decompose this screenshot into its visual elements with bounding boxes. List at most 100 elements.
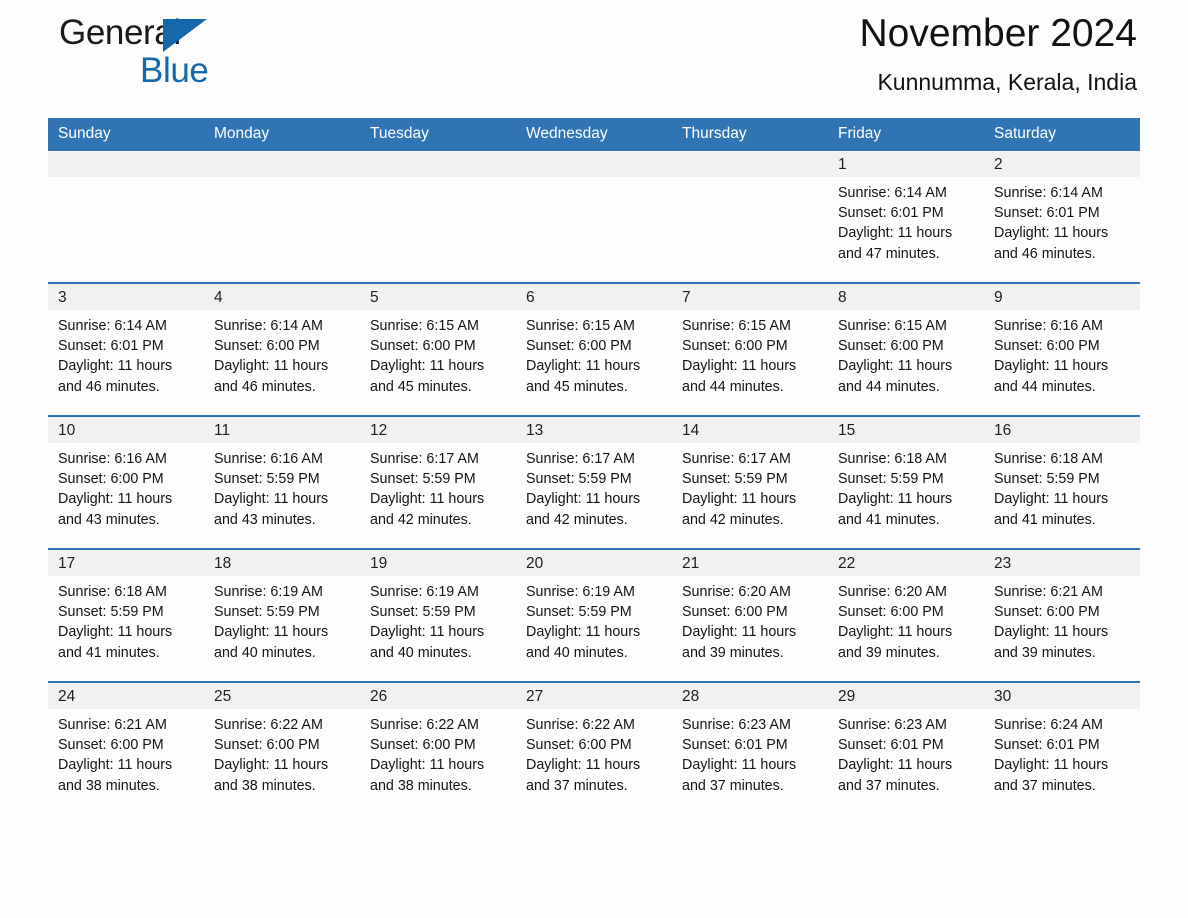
sunrise-text: Sunrise: 6:15 AM [838,318,947,334]
sunrise-text: Sunrise: 6:18 AM [994,451,1103,467]
day-cell[interactable]: 1 Sunrise: 6:14 AM Sunset: 6:01 PM Daylight… [828,151,984,282]
daylight-text-line1: Daylight: 11 hours [526,358,641,375]
daylight-text-line1: Daylight: 11 hours [838,358,953,375]
day-cell[interactable]: 25 Sunrise: 6:22 AM Sunset: 6:00 PM Dayligh… [204,683,360,814]
day-cell[interactable]: 29 Sunrise: 6:23 AM Sunset: 6:01 PM Dayligh… [828,683,984,814]
sunrise-text: Sunrise: 6:16 AM [58,451,167,467]
day-cell[interactable]: 4 Sunrise: 6:14 AM Sunset: 6:00 PM Daylight… [204,284,360,415]
day-cell[interactable]: 18 Sunrise: 6:19 AM Sunset: 5:59 PM Dayligh… [204,550,360,681]
calendar-cell[interactable]: 9 Sunrise: 6:16 AM Sunset: 6:00 PM Daylight… [984,282,1140,416]
day-cell[interactable]: 26 Sunrise: 6:22 AM Sunset: 6:00 PM Dayligh… [360,683,516,814]
sunset-text: Sunset: 6:00 PM [58,471,164,488]
calendar-cell[interactable] [204,151,360,283]
daylight-text-line2: and 38 minutes. [58,777,160,794]
sun-info: Sunrise: 6:21 AM Sunset: 6:00 PM Daylight:… [48,709,204,796]
day-cell[interactable]: 21 Sunrise: 6:20 AM Sunset: 6:00 PM Dayligh… [672,550,828,681]
sun-info: Sunrise: 6:22 AM Sunset: 6:00 PM Daylight:… [360,709,516,796]
calendar-cell[interactable]: 26 Sunrise: 6:22 AM Sunset: 6:00 PM Dayligh… [360,681,516,814]
location-subtitle: Kunnumma, Kerala, India [877,69,1137,95]
calendar-cell[interactable]: 15 Sunrise: 6:18 AM Sunset: 5:59 PM Dayligh… [828,415,984,549]
day-cell[interactable]: 6 Sunrise: 6:15 AM Sunset: 6:00 PM Daylight… [516,284,672,415]
calendar-cell[interactable]: 13 Sunrise: 6:17 AM Sunset: 5:59 PM Dayligh… [516,415,672,549]
calendar-cell[interactable]: 14 Sunrise: 6:17 AM Sunset: 5:59 PM Dayligh… [672,415,828,549]
calendar-cell[interactable]: 25 Sunrise: 6:22 AM Sunset: 6:00 PM Dayligh… [204,681,360,814]
day-cell[interactable]: 12 Sunrise: 6:17 AM Sunset: 5:59 PM Dayligh… [360,417,516,548]
calendar-cell[interactable]: 12 Sunrise: 6:17 AM Sunset: 5:59 PM Dayligh… [360,415,516,549]
day-cell[interactable]: 15 Sunrise: 6:18 AM Sunset: 5:59 PM Dayligh… [828,417,984,548]
day-cell[interactable]: 11 Sunrise: 6:16 AM Sunset: 5:59 PM Dayligh… [204,417,360,548]
sunrise-text: Sunrise: 6:22 AM [214,717,323,733]
day-cell[interactable]: 8 Sunrise: 6:15 AM Sunset: 6:00 PM Daylight… [828,284,984,415]
sunset-text: Sunset: 6:00 PM [994,338,1100,355]
day-cell[interactable]: 23 Sunrise: 6:21 AM Sunset: 6:00 PM Dayligh… [984,550,1140,681]
calendar-cell[interactable]: 16 Sunrise: 6:18 AM Sunset: 5:59 PM Dayligh… [984,415,1140,549]
day-cell[interactable]: 20 Sunrise: 6:19 AM Sunset: 5:59 PM Dayligh… [516,550,672,681]
calendar-cell[interactable] [516,151,672,283]
calendar-cell[interactable]: 10 Sunrise: 6:16 AM Sunset: 6:00 PM Dayligh… [48,415,204,549]
daylight-text-line1: Daylight: 11 hours [838,757,953,774]
day-number: 18 [204,550,360,576]
calendar-cell[interactable]: 19 Sunrise: 6:19 AM Sunset: 5:59 PM Dayligh… [360,548,516,682]
sunrise-text: Sunrise: 6:15 AM [370,318,479,334]
sunrise-text: Sunrise: 6:14 AM [58,318,167,334]
sunrise-text: Sunrise: 6:15 AM [682,318,791,334]
calendar-cell[interactable]: 1 Sunrise: 6:14 AM Sunset: 6:01 PM Daylight… [828,151,984,283]
day-cell[interactable]: 3 Sunrise: 6:14 AM Sunset: 6:01 PM Daylight… [48,284,204,415]
day-cell[interactable]: 16 Sunrise: 6:18 AM Sunset: 5:59 PM Dayligh… [984,417,1140,548]
day-cell[interactable]: 30 Sunrise: 6:24 AM Sunset: 6:01 PM Dayligh… [984,683,1140,814]
generalblue-logo[interactable]: General Blue [59,12,379,104]
day-number: 1 [828,151,984,177]
calendar-cell[interactable]: 8 Sunrise: 6:15 AM Sunset: 6:00 PM Daylight… [828,282,984,416]
daylight-text-line1: Daylight: 11 hours [58,491,173,508]
day-cell[interactable]: 9 Sunrise: 6:16 AM Sunset: 6:00 PM Daylight… [984,284,1140,415]
calendar-cell[interactable] [48,151,204,283]
day-cell[interactable]: 7 Sunrise: 6:15 AM Sunset: 6:00 PM Daylight… [672,284,828,415]
calendar-cell[interactable]: 3 Sunrise: 6:14 AM Sunset: 6:01 PM Daylight… [48,282,204,416]
sunset-text: Sunset: 6:00 PM [526,338,632,355]
day-cell[interactable]: 2 Sunrise: 6:14 AM Sunset: 6:01 PM Daylight… [984,151,1140,282]
calendar-cell[interactable]: 17 Sunrise: 6:18 AM Sunset: 5:59 PM Dayligh… [48,548,204,682]
calendar-cell[interactable]: 6 Sunrise: 6:15 AM Sunset: 6:00 PM Daylight… [516,282,672,416]
day-cell[interactable]: 24 Sunrise: 6:21 AM Sunset: 6:00 PM Dayligh… [48,683,204,814]
day-cell[interactable]: 5 Sunrise: 6:15 AM Sunset: 6:00 PM Daylight… [360,284,516,415]
daylight-text-line1: Daylight: 11 hours [838,491,953,508]
day-cell[interactable]: 28 Sunrise: 6:23 AM Sunset: 6:01 PM Dayligh… [672,683,828,814]
calendar-cell[interactable]: 22 Sunrise: 6:20 AM Sunset: 6:00 PM Dayligh… [828,548,984,682]
calendar-cell[interactable]: 18 Sunrise: 6:19 AM Sunset: 5:59 PM Dayligh… [204,548,360,682]
calendar-cell[interactable]: 20 Sunrise: 6:19 AM Sunset: 5:59 PM Dayligh… [516,548,672,682]
calendar-cell[interactable]: 4 Sunrise: 6:14 AM Sunset: 6:00 PM Daylight… [204,282,360,416]
calendar-cell[interactable]: 11 Sunrise: 6:16 AM Sunset: 5:59 PM Dayligh… [204,415,360,549]
daylight-text-line2: and 43 minutes. [214,511,316,528]
day-cell[interactable]: 13 Sunrise: 6:17 AM Sunset: 5:59 PM Dayligh… [516,417,672,548]
day-cell[interactable]: 27 Sunrise: 6:22 AM Sunset: 6:00 PM Dayligh… [516,683,672,814]
calendar-cell[interactable]: 27 Sunrise: 6:22 AM Sunset: 6:00 PM Dayligh… [516,681,672,814]
calendar-cell[interactable]: 28 Sunrise: 6:23 AM Sunset: 6:01 PM Dayligh… [672,681,828,814]
sunset-text: Sunset: 5:59 PM [682,471,788,488]
calendar-cell[interactable]: 29 Sunrise: 6:23 AM Sunset: 6:01 PM Dayligh… [828,681,984,814]
calendar-cell[interactable]: 7 Sunrise: 6:15 AM Sunset: 6:00 PM Daylight… [672,282,828,416]
calendar-week-row: 17 Sunrise: 6:18 AM Sunset: 5:59 PM Dayligh… [48,548,1140,682]
calendar-cell[interactable]: 2 Sunrise: 6:14 AM Sunset: 6:01 PM Daylight… [984,151,1140,283]
day-cell[interactable]: 10 Sunrise: 6:16 AM Sunset: 6:00 PM Dayligh… [48,417,204,548]
calendar-cell[interactable] [672,151,828,283]
calendar-cell[interactable] [360,151,516,283]
day-number: 13 [516,417,672,443]
daylight-text-line1: Daylight: 11 hours [370,624,485,641]
sun-info: Sunrise: 6:20 AM Sunset: 6:00 PM Daylight:… [828,576,984,663]
day-cell[interactable]: 14 Sunrise: 6:17 AM Sunset: 5:59 PM Dayligh… [672,417,828,548]
calendar-cell[interactable]: 24 Sunrise: 6:21 AM Sunset: 6:00 PM Dayligh… [48,681,204,814]
calendar-cell[interactable]: 5 Sunrise: 6:15 AM Sunset: 6:00 PM Daylight… [360,282,516,416]
calendar-page: General Blue November 2024 Kunnumma, Ker… [0,0,1188,918]
calendar-cell[interactable]: 23 Sunrise: 6:21 AM Sunset: 6:00 PM Dayligh… [984,548,1140,682]
day-cell[interactable]: 22 Sunrise: 6:20 AM Sunset: 6:00 PM Dayligh… [828,550,984,681]
calendar-cell[interactable]: 21 Sunrise: 6:20 AM Sunset: 6:00 PM Dayligh… [672,548,828,682]
sunset-text: Sunset: 6:00 PM [994,604,1100,621]
day-cell[interactable]: 19 Sunrise: 6:19 AM Sunset: 5:59 PM Dayligh… [360,550,516,681]
day-cell[interactable]: 17 Sunrise: 6:18 AM Sunset: 5:59 PM Dayligh… [48,550,204,681]
calendar-cell[interactable]: 30 Sunrise: 6:24 AM Sunset: 6:01 PM Dayligh… [984,681,1140,814]
day-number [672,151,828,177]
daylight-text-line1: Daylight: 11 hours [370,358,485,375]
sun-info: Sunrise: 6:21 AM Sunset: 6:00 PM Daylight:… [984,576,1140,663]
daylight-text-line2: and 44 minutes. [682,378,784,395]
daylight-text-line2: and 46 minutes. [214,378,316,395]
